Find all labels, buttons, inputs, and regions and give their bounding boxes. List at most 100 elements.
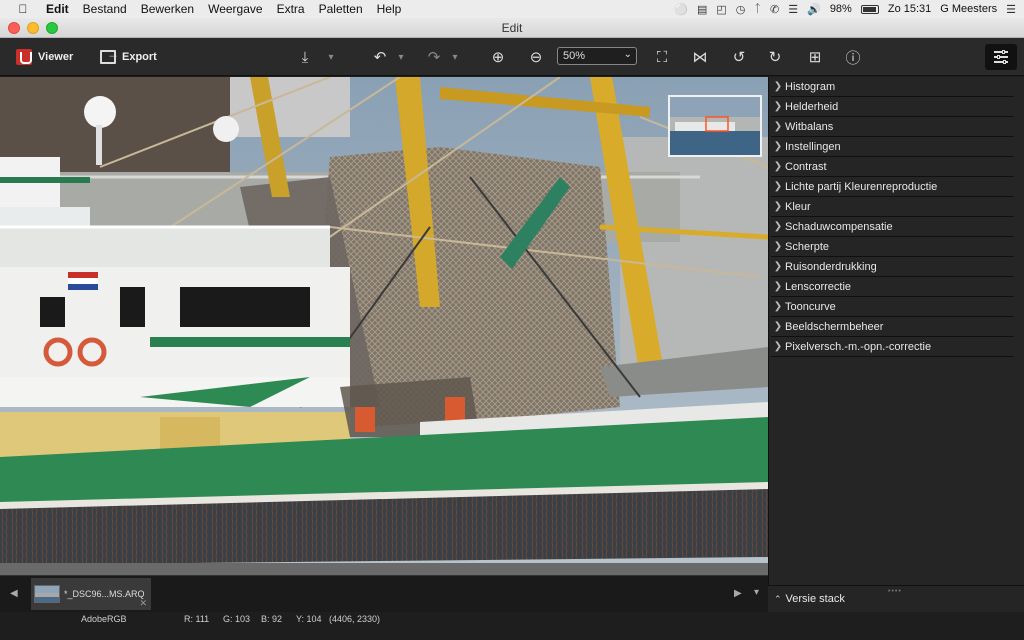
zoom-select[interactable]: 50% ⌄ <box>557 47 637 65</box>
wifi-icon[interactable]: ☰ <box>788 3 798 16</box>
drive-icon[interactable]: ▤ <box>697 3 707 16</box>
luminance-value: Y: 104 <box>296 614 322 624</box>
battery-percentage[interactable]: 98% <box>830 3 852 15</box>
palette-item-lenscorrectie[interactable]: ❯ Lenscorrectie <box>771 277 1014 297</box>
chevron-right-icon: ❯ <box>773 181 783 192</box>
navigator-thumbnail[interactable] <box>668 95 762 157</box>
palette-item-kleur[interactable]: ❯ Kleur <box>771 197 1014 217</box>
adjustments-panel-toggle[interactable] <box>985 44 1017 70</box>
chevron-right-icon: ❯ <box>773 221 783 232</box>
red-value: R: 111 <box>184 614 210 624</box>
palette-item-label: Lichte partij Kleurenreproductie <box>785 180 938 193</box>
photo-fishing-boat <box>0 77 768 575</box>
time-machine-icon[interactable]: ◷ <box>736 3 746 16</box>
export-button[interactable]: Export <box>100 47 157 67</box>
viewer-button[interactable]: Viewer <box>16 47 73 67</box>
sliders-icon <box>994 50 1008 64</box>
info-icon[interactable]: ⓘ <box>842 46 864 68</box>
close-icon[interactable]: ✕ <box>139 598 147 609</box>
chevron-right-icon: ❯ <box>773 141 783 152</box>
colorspace-label: AdobeRGB <box>81 614 127 624</box>
menu-paletten[interactable]: Paletten <box>319 2 363 16</box>
palette-item-label: Kleur <box>785 200 811 213</box>
palette-item-lichte-partij[interactable]: ❯ Lichte partij Kleurenreproductie <box>771 177 1014 197</box>
clock[interactable]: Zo 15:31 <box>888 3 931 15</box>
minimize-window-button[interactable] <box>27 22 39 34</box>
menu-bewerken[interactable]: Bewerken <box>141 2 194 16</box>
redo-icon[interactable]: ↷ <box>423 46 445 68</box>
palette-item-instellingen[interactable]: ❯ Instellingen <box>771 137 1014 157</box>
actual-size-icon[interactable]: ⋈ <box>689 46 711 68</box>
zoom-in-icon[interactable]: ⊕ <box>487 46 509 68</box>
filmstrip-next-icon[interactable]: ▶ <box>734 588 742 599</box>
bluetooth-icon[interactable]: ᛏ <box>754 3 761 15</box>
chevron-down-icon: ⌄ <box>623 49 632 60</box>
resize-grip-icon[interactable]: •••• <box>888 588 902 595</box>
undo-dropdown-icon[interactable]: ▾ <box>396 46 406 68</box>
palette-item-scherpte[interactable]: ❯ Scherpte <box>771 237 1014 257</box>
palette-item-label: Lenscorrectie <box>785 280 852 293</box>
chevron-right-icon: ❯ <box>773 261 783 272</box>
menu-help[interactable]: Help <box>377 2 402 16</box>
chevron-right-icon: ❯ <box>773 161 783 172</box>
palette-item-schaduwcompensatie[interactable]: ❯ Schaduwcompensatie <box>771 217 1014 237</box>
palette-item-tooncurve[interactable]: ❯ Tooncurve <box>771 297 1014 317</box>
image-canvas[interactable] <box>0 77 768 575</box>
crop-icon[interactable]: ⊞ <box>804 46 826 68</box>
zoom-value: 50% <box>563 50 586 62</box>
zoom-window-button[interactable] <box>46 22 58 34</box>
chevron-right-icon: ❯ <box>773 201 783 212</box>
download-icon[interactable]: ⤓ <box>294 46 316 68</box>
palette-item-helderheid[interactable]: ❯ Helderheid <box>771 97 1014 117</box>
palette-item-beeldschermbeheer[interactable]: ❯ Beeldschermbeheer <box>771 317 1014 337</box>
chevron-right-icon: ❯ <box>773 341 783 352</box>
palette-item-label: Beeldschermbeheer <box>785 320 884 333</box>
creative-cloud-icon[interactable]: ⚪ <box>674 3 688 16</box>
palette-item-pixelcorrectie[interactable]: ❯ Pixelversch.-m.-opn.-correctie <box>771 337 1014 357</box>
toolbar: Viewer Export ⤓ ▾ ↶ ▾ ↷ ▾ ⊕ ⊖ 50% ⌄ ⛶ ⋈ … <box>0 38 1024 76</box>
menu-weergave[interactable]: Weergave <box>208 2 262 16</box>
filmstrip-prev-icon[interactable]: ◀ <box>10 588 18 599</box>
palette-item-histogram[interactable]: ❯ Histogram <box>771 77 1014 97</box>
palette-item-contrast[interactable]: ❯ Contrast <box>771 157 1014 177</box>
sync-icon[interactable]: ◰ <box>716 3 726 16</box>
chevron-right-icon: ❯ <box>773 101 783 112</box>
green-value: G: 103 <box>223 614 251 624</box>
viewer-logo-icon <box>16 49 32 65</box>
menu-extra[interactable]: Extra <box>277 2 305 16</box>
rotate-right-icon[interactable]: ↻ <box>764 46 786 68</box>
menu-app[interactable]: Edit <box>46 2 69 16</box>
palette-item-ruisonderdrukking[interactable]: ❯ Ruisonderdrukking <box>771 257 1014 277</box>
filmstrip: ◀ *_DSC96...MS.ARQ ✕ ▶ ▾ <box>0 575 768 612</box>
fit-to-window-icon[interactable]: ⛶ <box>651 46 673 68</box>
undo-icon[interactable]: ↶ <box>369 46 391 68</box>
palette-item-label: Pixelversch.-m.-opn.-correctie <box>785 340 932 353</box>
chevron-right-icon: ❯ <box>773 241 783 252</box>
window-controls <box>8 22 58 34</box>
battery-icon[interactable] <box>860 4 879 14</box>
redo-dropdown-icon[interactable]: ▾ <box>450 46 460 68</box>
rotate-left-icon[interactable]: ↺ <box>728 46 750 68</box>
blue-value: B: 92 <box>261 614 283 624</box>
double-chevron-up-icon: ⌃ <box>774 593 782 604</box>
palette-item-label: Schaduwcompensatie <box>785 220 893 233</box>
close-window-button[interactable] <box>8 22 20 34</box>
zoom-out-icon[interactable]: ⊖ <box>525 46 547 68</box>
version-stack-header[interactable]: •••• ⌃ Versie stack <box>768 585 1024 612</box>
apple-icon[interactable]:  <box>14 2 32 16</box>
volume-icon[interactable]: 🔊 <box>807 3 821 16</box>
chevron-right-icon: ❯ <box>773 301 783 312</box>
download-dropdown-icon[interactable]: ▾ <box>326 46 336 68</box>
window-titlebar: Edit <box>0 18 1024 38</box>
chevron-right-icon: ❯ <box>773 121 783 132</box>
user-name[interactable]: G Meesters <box>940 3 997 15</box>
export-label: Export <box>122 51 157 63</box>
palette-item-witbalans[interactable]: ❯ Witbalans <box>771 117 1014 137</box>
phone-icon[interactable]: ✆ <box>770 3 779 16</box>
menu-bestand[interactable]: Bestand <box>83 2 127 16</box>
notification-center-icon[interactable]: ☰ <box>1006 3 1016 16</box>
filmstrip-menu-icon[interactable]: ▾ <box>754 587 759 598</box>
palette-item-label: Contrast <box>785 160 827 173</box>
window-title: Edit <box>501 20 523 35</box>
filmstrip-thumbnail[interactable]: *_DSC96...MS.ARQ ✕ <box>31 578 151 610</box>
